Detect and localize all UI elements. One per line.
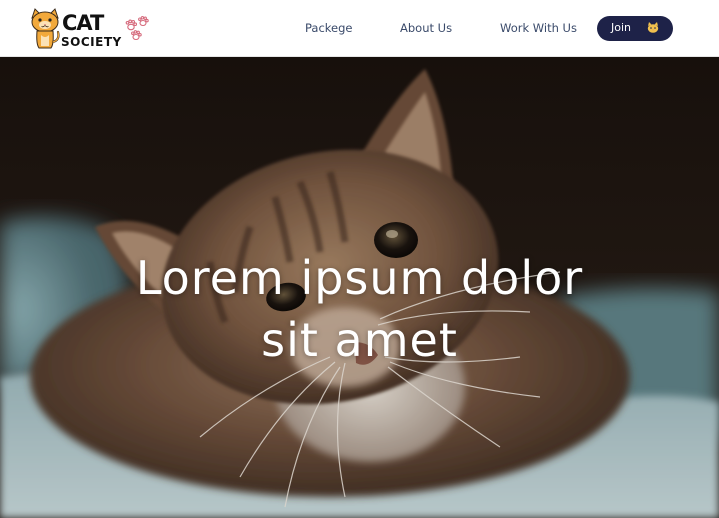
nav-link-about-us[interactable]: About Us [400,21,452,35]
paw-prints-icon [125,16,149,41]
nav-link-package[interactable]: Packege [305,21,353,35]
top-navbar: CAT SOCIETY Packege About Us Work With U… [0,0,719,57]
join-button-label: Join [611,21,632,34]
brand-logo[interactable]: CAT SOCIETY [28,8,154,50]
hero-headline: Lorem ipsum dolor sit amet [0,247,719,371]
hero-headline-line-1: Lorem ipsum dolor [135,251,584,305]
page: CAT SOCIETY Packege About Us Work With U… [0,0,719,518]
hero-section: Lorem ipsum dolor sit amet [0,57,719,518]
cat-mascot-icon [31,8,60,49]
logo-word-cat: CAT [62,11,104,35]
cat-face-icon [647,22,659,33]
hero-headline-line-2: sit amet [261,313,458,367]
logo-word-society: SOCIETY [61,35,122,49]
join-button[interactable]: Join [597,16,673,41]
nav-link-work-with-us[interactable]: Work With Us [500,21,577,35]
